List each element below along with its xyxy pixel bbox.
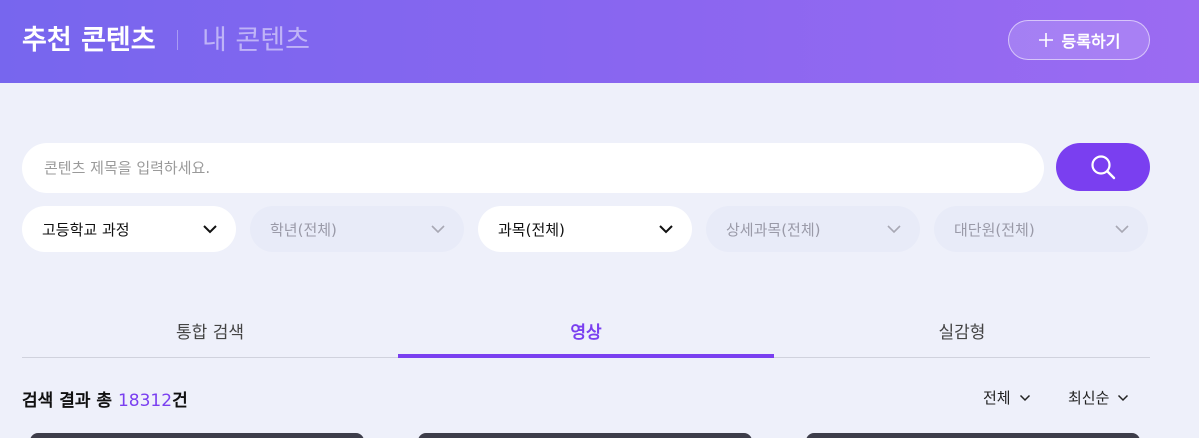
tab-my-content[interactable]: 내 콘텐츠 xyxy=(202,18,310,57)
chevron-down-icon xyxy=(431,225,445,234)
filter-label: 대단원(전체) xyxy=(954,220,1035,239)
filter-detail-subject[interactable]: 상세과목(전체) xyxy=(706,206,920,252)
content-card[interactable] xyxy=(806,433,1140,438)
filter-subject[interactable]: 과목(전체) xyxy=(478,206,692,252)
search-input[interactable] xyxy=(22,143,1044,193)
filter-label: 학년(전체) xyxy=(270,220,337,239)
content-card[interactable] xyxy=(418,433,752,438)
top-header: 추천 콘텐츠 내 콘텐츠 등록하기 xyxy=(0,0,1199,83)
filter-label: 상세과목(전체) xyxy=(726,220,821,239)
filter-label: 과목(전체) xyxy=(498,220,565,239)
header-divider xyxy=(177,30,178,50)
tab-video[interactable]: 영상 xyxy=(398,318,774,343)
result-prefix: 검색 결과 총 xyxy=(22,391,118,411)
filter-label: 고등학교 과정 xyxy=(42,220,130,239)
filter-unit[interactable]: 대단원(전체) xyxy=(934,206,1148,252)
result-count: 18312 xyxy=(117,391,173,411)
tab-integrated-search[interactable]: 통합 검색 xyxy=(22,318,398,343)
chevron-down-icon xyxy=(1115,225,1129,234)
type-filter-label: 전체 xyxy=(983,389,1011,407)
active-tab-indicator xyxy=(398,354,774,358)
register-label: 등록하기 xyxy=(1061,32,1121,51)
result-suffix: 건 xyxy=(172,391,188,411)
chevron-down-icon xyxy=(1118,394,1129,401)
chevron-down-icon xyxy=(1019,394,1030,401)
search-icon xyxy=(1091,155,1116,180)
search-button[interactable] xyxy=(1056,143,1150,191)
chevron-down-icon xyxy=(659,225,673,234)
chevron-down-icon xyxy=(203,225,217,234)
tab-immersive[interactable]: 실감형 xyxy=(774,318,1150,343)
filter-school-level[interactable]: 고등학교 과정 xyxy=(22,206,236,252)
sort-order-dropdown[interactable]: 최신순 xyxy=(1068,387,1129,408)
result-summary: 검색 결과 총 18312건 xyxy=(22,386,188,411)
sort-order-label: 최신순 xyxy=(1068,389,1110,407)
tab-recommended-content[interactable]: 추천 콘텐츠 xyxy=(22,18,156,57)
type-filter-dropdown[interactable]: 전체 xyxy=(983,387,1031,408)
filter-grade[interactable]: 학년(전체) xyxy=(250,206,464,252)
register-button[interactable]: 등록하기 xyxy=(1008,20,1150,60)
content-card[interactable] xyxy=(30,433,364,438)
chevron-down-icon xyxy=(887,225,901,234)
plus-icon xyxy=(1038,33,1053,47)
